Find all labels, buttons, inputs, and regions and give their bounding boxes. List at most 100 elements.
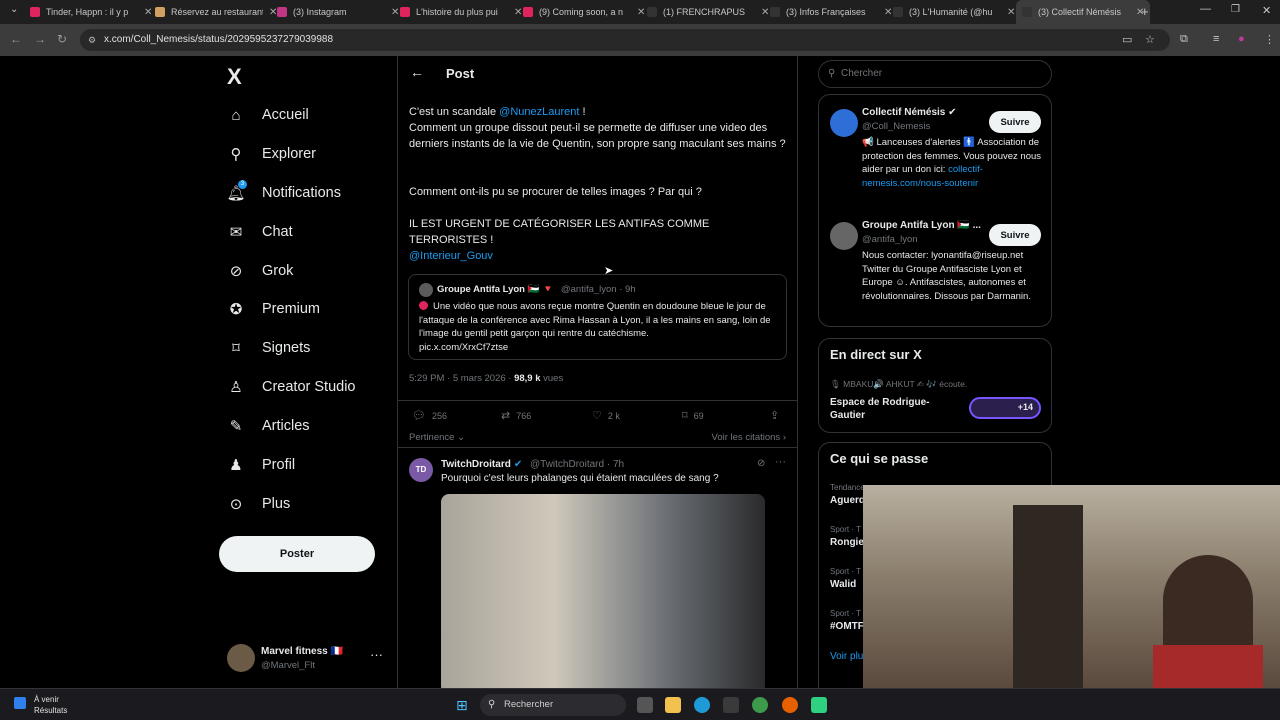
- nav-item-signets[interactable]: ⌑ Signets: [226, 333, 310, 363]
- bookshelf: [1013, 505, 1083, 688]
- menu-icon[interactable]: ⋮: [1264, 33, 1275, 46]
- reply-post[interactable]: TD TwitchDroitard ✔ @TwitchDroitard · 7h …: [398, 452, 797, 688]
- close-tab-icon[interactable]: ✕: [884, 7, 892, 18]
- firefox-icon[interactable]: [782, 697, 798, 713]
- profile-icon-browser[interactable]: ●: [1238, 33, 1245, 45]
- browser-tab[interactable]: (9) Coming soon, a n ✕: [523, 2, 645, 22]
- grok-icon[interactable]: ⊘: [757, 458, 765, 469]
- follow-button[interactable]: Suivre: [989, 224, 1041, 246]
- new-tab-button[interactable]: +: [1141, 4, 1149, 19]
- browser-tab[interactable]: Réservez au restaurant ✕: [155, 2, 277, 22]
- post-button[interactable]: Poster: [219, 536, 375, 572]
- nav-item-premium[interactable]: ✪ Premium: [226, 294, 320, 324]
- creator-icon: ♙: [229, 379, 243, 396]
- close-window-button[interactable]: ✕: [1262, 4, 1271, 17]
- view-quotes-link[interactable]: Voir les citations ›: [712, 432, 786, 443]
- bookmark-button[interactable]: ⌑ 69: [682, 409, 704, 422]
- browser-tab[interactable]: (1) FRENCHRAPUS ✕: [647, 2, 769, 22]
- browser-tab[interactable]: (3) L'Humanité (@hu ✕: [893, 2, 1015, 22]
- edge-icon[interactable]: [694, 697, 710, 713]
- reply-meta: @TwitchDroitard · 7h: [530, 459, 625, 470]
- site-info-icon[interactable]: ⚙: [88, 29, 96, 51]
- show-more-link[interactable]: Voir plu: [830, 651, 863, 662]
- trend-item[interactable]: Tendance Aguerd: [830, 483, 865, 506]
- url-field[interactable]: ⚙ x.com/Coll_Nemesis/status/202959523727…: [80, 29, 1170, 51]
- back-arrow-icon[interactable]: ←: [10, 32, 22, 46]
- browser-tab[interactable]: Tinder, Happn : il y p ✕: [30, 2, 152, 22]
- more-dots-icon[interactable]: ···: [370, 647, 383, 662]
- account-switcher[interactable]: Marvel fitness 🇫🇷 @Marvel_Flt ···: [227, 644, 392, 674]
- nav-item-explorer[interactable]: ⚲ Explorer: [226, 139, 317, 169]
- suggested-account[interactable]: Collectif Némésis ✔ @Coll_Nemesis 📢 Lanc…: [830, 107, 1042, 207]
- sort-dropdown[interactable]: Pertinence ⌄: [409, 432, 465, 443]
- media-icon[interactable]: ≡: [1213, 33, 1219, 45]
- nav-item-accueil[interactable]: ⌂ Accueil: [226, 100, 308, 130]
- repost-button[interactable]: ⇄ 766: [501, 409, 531, 422]
- nav-item-creator-studio[interactable]: ♙ Creator Studio: [226, 372, 355, 402]
- suggested-account[interactable]: Groupe Antifa Lyon 🇵🇸 ... @antifa_lyon N…: [830, 220, 1042, 320]
- mention-link[interactable]: @Interieur_Gouv: [409, 248, 789, 264]
- extensions-icon[interactable]: ⧉: [1180, 33, 1188, 46]
- view-count: 98,9 k: [514, 373, 541, 384]
- url-text: x.com/Coll_Nemesis/status/20295952372790…: [104, 34, 334, 45]
- file-explorer-icon[interactable]: [665, 697, 681, 713]
- browser-tab[interactable]: L'histoire du plus pui ✕: [400, 2, 522, 22]
- tab-favicon-icon: [30, 7, 40, 17]
- store-icon[interactable]: [723, 697, 739, 713]
- nav-item-plus[interactable]: ⊙ Plus: [226, 489, 291, 519]
- reload-icon[interactable]: ↻: [57, 32, 67, 46]
- live-space-title[interactable]: Espace de Rodrigue-Gautier: [830, 396, 940, 422]
- taskbar-search[interactable]: ⚲ Rechercher: [480, 694, 626, 716]
- trend-item[interactable]: Sport · T Rongie: [830, 525, 864, 548]
- browser-tab[interactable]: (3) Collectif Némésis ✕: [1016, 0, 1151, 24]
- profile-icon: ♟: [229, 457, 243, 474]
- quote-link[interactable]: pic.x.com/XrxCf7ztse: [419, 342, 508, 353]
- nav-item-profil[interactable]: ♟ Profil: [226, 450, 295, 480]
- close-tab-icon[interactable]: ✕: [761, 7, 769, 18]
- minimize-button[interactable]: —: [1200, 3, 1211, 15]
- nav-item-articles[interactable]: ✎ Articles: [226, 411, 310, 441]
- close-tab-icon[interactable]: ✕: [637, 7, 645, 18]
- follow-button[interactable]: Suivre: [989, 111, 1041, 133]
- close-tab-icon[interactable]: ✕: [514, 7, 522, 18]
- close-tab-icon[interactable]: ✕: [1007, 7, 1015, 18]
- task-view-icon[interactable]: [637, 697, 653, 713]
- share-button[interactable]: ⇪: [770, 409, 785, 422]
- like-button[interactable]: ♡ 2 k: [592, 409, 620, 422]
- quoted-post[interactable]: Groupe Antifa Lyon 🇵🇸 🔻 @antifa_lyon · 9…: [408, 274, 787, 360]
- reply-button[interactable]: 💬︎ 256: [412, 409, 447, 422]
- tab-label: (9) Coming soon, a n: [539, 7, 624, 17]
- trend-item[interactable]: Sport · T Walid: [830, 567, 861, 590]
- account-name: Collectif Némésis ✔: [862, 107, 957, 118]
- nav-item-grok[interactable]: ⊘ Grok: [226, 256, 294, 286]
- video-player[interactable]: [441, 494, 765, 688]
- x-logo-icon[interactable]: X: [227, 64, 242, 90]
- tab-search-icon[interactable]: ⌄: [10, 4, 18, 15]
- search-input[interactable]: ⚲ Chercher: [818, 60, 1052, 88]
- cast-icon[interactable]: ▭: [1122, 33, 1132, 46]
- browser-tab[interactable]: (3) Instagram ✕: [277, 2, 399, 22]
- nav-item-label: Notifications: [262, 185, 341, 201]
- quotes-label: Voir les citations: [711, 432, 781, 443]
- trend-item[interactable]: Sport · T #OMTF: [830, 609, 864, 632]
- close-tab-icon[interactable]: ✕: [144, 7, 152, 18]
- widgets-text[interactable]: À venir Résultats: [34, 694, 67, 716]
- back-arrow-icon[interactable]: ←: [410, 64, 424, 80]
- forward-arrow-icon[interactable]: →: [34, 32, 46, 46]
- app-icon[interactable]: [811, 697, 827, 713]
- widgets-icon[interactable]: [14, 697, 26, 709]
- tab-label: L'histoire du plus pui: [416, 7, 498, 17]
- maximize-button[interactable]: ❐: [1231, 4, 1240, 15]
- listeners-avatars[interactable]: +14: [969, 397, 1041, 419]
- nav-item-chat[interactable]: ✉ Chat: [226, 217, 293, 247]
- bookmark-star-icon[interactable]: ☆: [1145, 33, 1155, 46]
- main-column: ← Post C'est un scandale @NunezLaurent !…: [397, 56, 798, 688]
- browser-tab[interactable]: (3) Infos Françaises ✕: [770, 2, 892, 22]
- close-tab-icon[interactable]: ✕: [391, 7, 399, 18]
- windows-start-icon[interactable]: ⊞: [456, 697, 468, 714]
- more-dots-icon[interactable]: ···: [775, 456, 786, 468]
- chrome-icon[interactable]: [752, 697, 768, 713]
- nav-item-notifications[interactable]: 🔔︎ Notifications 3: [226, 178, 341, 208]
- search-placeholder: Chercher: [841, 68, 883, 79]
- mention-link[interactable]: @NunezLaurent: [499, 106, 579, 118]
